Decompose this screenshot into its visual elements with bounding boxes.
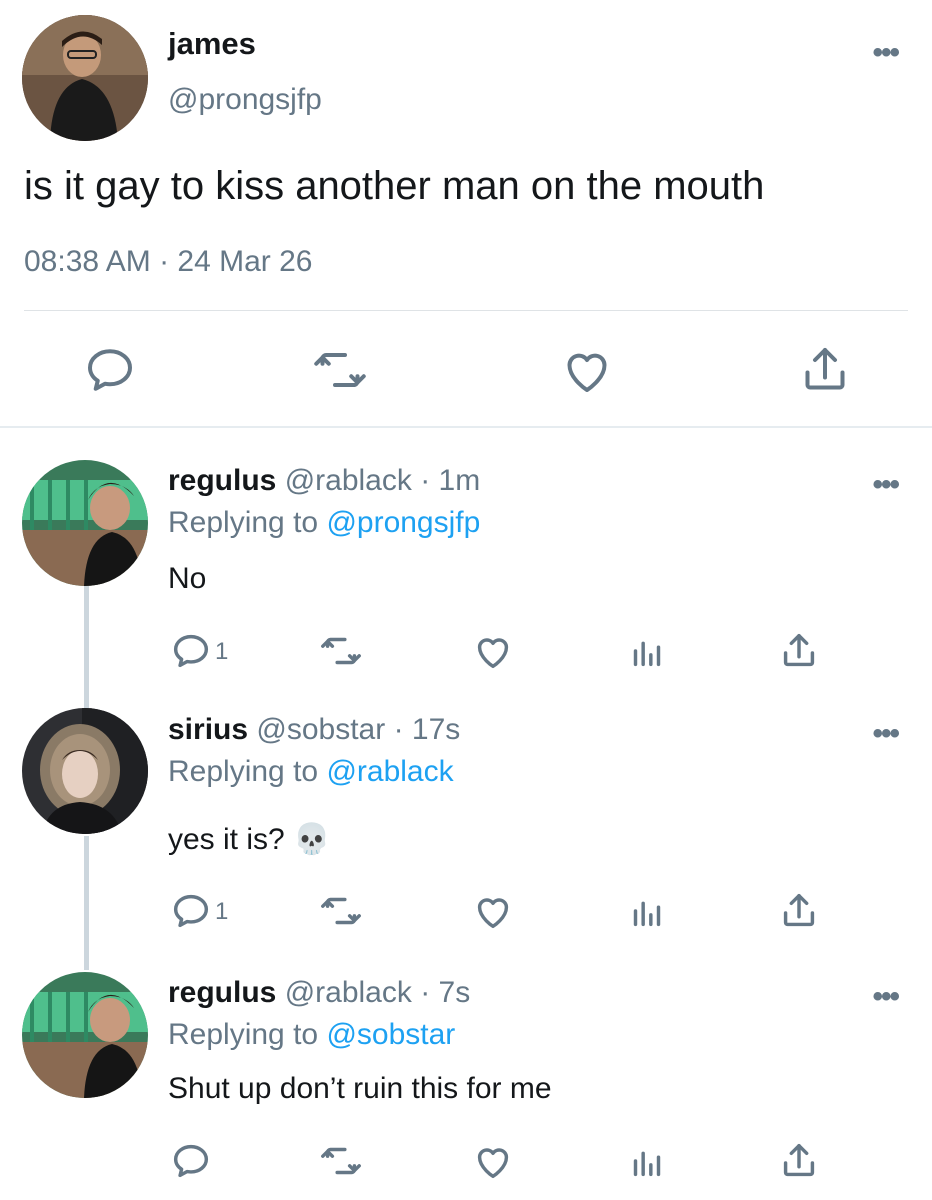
reply-text: Shut up don’t ruin this for me	[168, 1072, 552, 1105]
more-options-icon[interactable]: •••	[872, 982, 899, 1012]
reply-author-name[interactable]: regulus	[168, 464, 276, 497]
avatar-sirius[interactable]	[22, 708, 148, 834]
like-icon	[477, 1148, 509, 1179]
reply-icon	[173, 894, 209, 928]
replying-to: Replying to @prongsjfp	[168, 506, 480, 540]
retweet-button[interactable]	[318, 1138, 364, 1184]
reply-count: 1	[215, 638, 229, 665]
retweet-button[interactable]	[318, 628, 364, 674]
replying-to-label: Replying to	[168, 506, 327, 539]
share-button[interactable]	[776, 888, 822, 934]
author-handle[interactable]: @prongsjfp	[168, 83, 322, 117]
reply-time[interactable]: · 7s	[420, 976, 470, 1009]
thread-line	[84, 586, 89, 708]
like-button[interactable]	[470, 628, 516, 674]
reply-header: regulus @rablack · 7s	[168, 976, 470, 1010]
retweet-icon	[321, 897, 361, 925]
reply-button[interactable]	[80, 340, 140, 400]
more-options-icon[interactable]: •••	[872, 719, 899, 749]
reply-author-handle[interactable]: @sobstar	[256, 713, 385, 746]
like-icon	[477, 898, 509, 929]
retweet-icon	[321, 637, 361, 665]
author-name[interactable]: james	[168, 26, 256, 62]
section-divider	[0, 426, 932, 428]
reply-time[interactable]: · 17s	[394, 713, 461, 746]
reply-time[interactable]: · 1m	[420, 464, 480, 497]
like-button[interactable]	[470, 888, 516, 934]
avatar-image	[22, 460, 148, 586]
avatar-james[interactable]	[22, 15, 148, 141]
replying-to: Replying to @sobstar	[168, 1018, 455, 1052]
replying-to-link[interactable]: @sobstar	[326, 1018, 455, 1051]
reply-author-name[interactable]: sirius	[168, 713, 248, 746]
share-button[interactable]	[795, 340, 855, 400]
analytics-icon	[633, 901, 661, 927]
reply-icon	[173, 634, 209, 668]
reply-count: 1	[215, 898, 229, 925]
reply-text: No	[168, 562, 207, 595]
reply-icon	[173, 1144, 209, 1178]
analytics-icon	[633, 641, 661, 667]
retweet-button[interactable]	[310, 340, 370, 400]
retweet-button[interactable]	[318, 888, 364, 934]
reply-header: regulus @rablack · 1m	[168, 464, 480, 498]
like-icon	[567, 353, 607, 392]
like-icon	[477, 638, 509, 669]
replying-to-link[interactable]: @rablack	[326, 755, 453, 788]
share-icon	[783, 633, 815, 667]
tweet-timestamp[interactable]: 08:38 AM · 24 Mar 26	[24, 245, 313, 279]
thread-line	[84, 836, 89, 970]
share-button[interactable]	[776, 1138, 822, 1184]
share-icon	[805, 348, 845, 390]
analytics-button[interactable]	[624, 1138, 670, 1184]
avatar-image	[22, 15, 148, 141]
reply-text: yes it is? 💀	[168, 823, 331, 856]
share-icon	[783, 1143, 815, 1177]
avatar-image	[22, 708, 148, 834]
like-button[interactable]	[557, 340, 617, 400]
reply-author-handle[interactable]: @rablack	[285, 976, 412, 1009]
divider	[24, 310, 908, 311]
reply-button[interactable]	[168, 888, 214, 934]
share-icon	[783, 893, 815, 927]
reply-icon	[88, 349, 132, 391]
avatar-image	[22, 972, 148, 1098]
analytics-icon	[633, 1151, 661, 1177]
replying-to-label: Replying to	[168, 755, 327, 788]
tweet-text: is it gay to kiss another man on the mou…	[24, 164, 765, 208]
reply-button[interactable]	[168, 1138, 214, 1184]
replying-to-label: Replying to	[168, 1018, 327, 1051]
reply-author-name[interactable]: regulus	[168, 976, 276, 1009]
like-button[interactable]	[470, 1138, 516, 1184]
analytics-button[interactable]	[624, 628, 670, 674]
more-options-icon[interactable]: •••	[872, 38, 899, 68]
replying-to: Replying to @rablack	[168, 755, 454, 789]
retweet-icon	[321, 1147, 361, 1175]
more-options-icon[interactable]: •••	[872, 470, 899, 500]
reply-button[interactable]	[168, 628, 214, 674]
avatar-regulus[interactable]	[22, 460, 148, 586]
avatar-regulus[interactable]	[22, 972, 148, 1098]
share-button[interactable]	[776, 628, 822, 674]
reply-author-handle[interactable]: @rablack	[285, 464, 412, 497]
retweet-icon	[314, 353, 366, 387]
analytics-button[interactable]	[624, 888, 670, 934]
replying-to-link[interactable]: @prongsjfp	[326, 506, 480, 539]
reply-header: sirius @sobstar · 17s	[168, 713, 460, 747]
